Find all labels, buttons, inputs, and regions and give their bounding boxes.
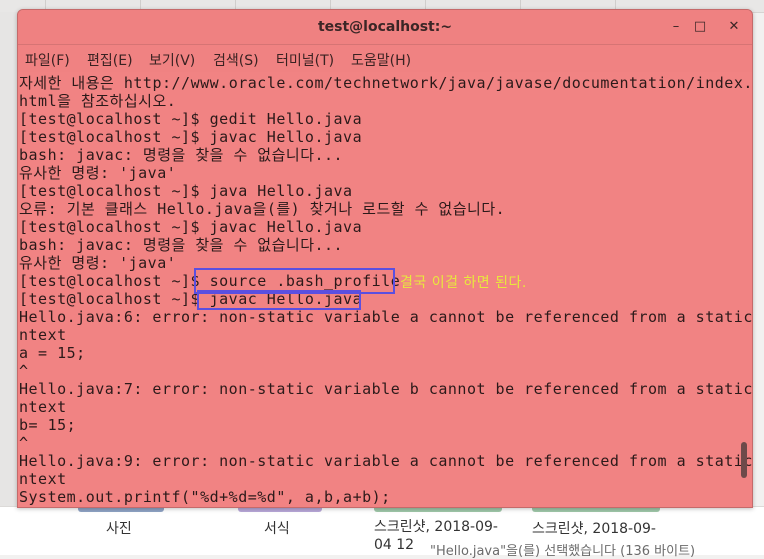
output-line: 유사한 명령: 'java' [19,254,177,272]
error-line: ^ [19,362,29,380]
menu-help[interactable]: 도움말(H) [351,50,411,70]
annotation-text: 결국 이걸 하면 된다. [400,275,527,291]
output-line: bash: javac: 명령을 찾을 수 없습니다... [19,236,344,254]
error-line: Hello.java:6: error: non-static variable… [19,308,753,326]
output-line: 자세한 내용은 http://www.oracle.com/technetwor… [19,74,753,92]
output-line: html을 참조하십시오. [19,92,177,110]
terminal-titlebar[interactable]: test@localhost:~ – □ ✕ [18,10,752,45]
menu-terminal[interactable]: 터미널(T) [276,50,334,70]
menu-search[interactable]: 검색(S) [213,50,259,70]
window-title: test@localhost:~ [317,19,453,35]
error-line: a = 15; [19,344,86,362]
menu-edit[interactable]: 편집(E) [87,50,133,70]
close-button[interactable]: ✕ [726,19,742,35]
screenshot-file-label-2[interactable]: 스크린샷, 2018-09- [532,518,656,538]
command-line: [test@localhost ~]$ javac Hello.java [19,218,363,236]
error-line: System.out.printf("%d+%d=%d", a,b,a+b); [19,488,391,506]
photos-folder-label[interactable]: 사진 [106,518,132,538]
terminal-scrollbar[interactable] [741,74,747,507]
selection-status-text: "Hello.java"을(를) 선택했습니다 (136 바이트) [430,544,696,559]
menu-file[interactable]: 파일(F) [25,50,70,70]
templates-folder-label[interactable]: 서식 [264,518,290,538]
javac-command-highlight [197,290,361,310]
error-line: ntext [19,470,67,488]
output-line: bash: javac: 명령을 찾을 수 없습니다... [19,146,344,164]
error-line: ntext [19,398,67,416]
menu-view[interactable]: 보기(V) [149,50,195,70]
menu-bar: 파일(F) 편집(E) 보기(V) 검색(S) 터미널(T) 도움말(H) [18,45,752,72]
command-line: [test@localhost ~]$ javac Hello.java [19,128,363,146]
minimize-button[interactable]: – [668,19,684,35]
background-sidebar [0,12,18,554]
error-line: Hello.java:9: error: non-static variable… [19,452,753,470]
terminal-window[interactable]: test@localhost:~ – □ ✕ 파일(F) 편집(E) 보기(V)… [17,9,753,508]
error-line: ntext [19,326,67,344]
error-line: b= 15; [19,416,77,434]
command-line: [test@localhost ~]$ java Hello.java [19,182,353,200]
error-line: ^ [19,434,29,452]
terminal-output[interactable]: 자세한 내용은 http://www.oracle.com/technetwor… [19,74,752,507]
error-line: Hello.java:7: error: non-static variable… [19,380,753,398]
scrollbar-thumb[interactable] [741,442,747,478]
command-line: [test@localhost ~]$ gedit Hello.java [19,110,363,128]
output-line: 유사한 명령: 'java' [19,164,177,182]
output-line: 오류: 기본 클래스 Hello.java을(를) 찾거나 로드할 수 없습니다… [19,200,506,218]
maximize-button[interactable]: □ [692,19,708,35]
